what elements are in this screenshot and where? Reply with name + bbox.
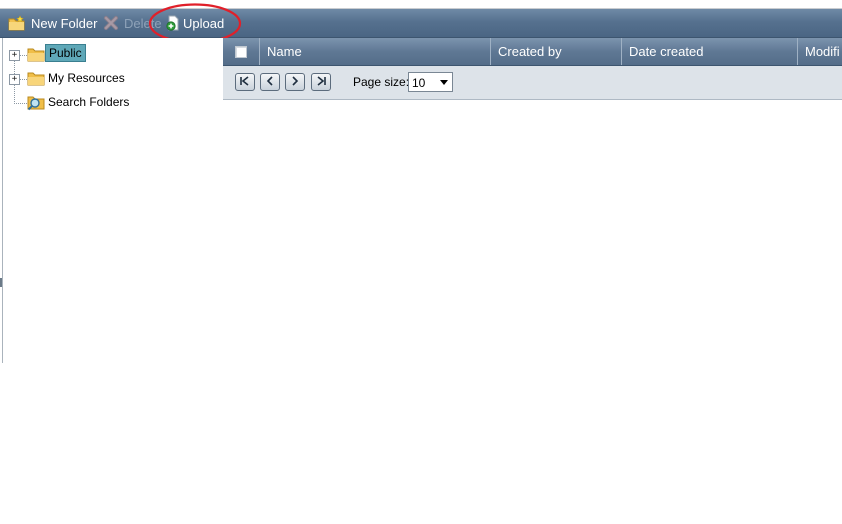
expand-icon[interactable]: +: [9, 50, 20, 61]
folder-tree: + Public + My Resources Search Folders: [2, 38, 224, 363]
column-header-modified[interactable]: Modifi: [797, 38, 842, 65]
page-size-label: Page size:: [353, 75, 410, 89]
page-size-value: 10: [412, 76, 426, 90]
grid-header: Name Created by Date created Modifi: [223, 38, 842, 66]
first-page-icon: [239, 75, 251, 89]
search-folder-icon: [27, 94, 45, 114]
tree-item-public[interactable]: + Public: [3, 44, 203, 66]
new-folder-label: New Folder: [31, 15, 98, 31]
folder-icon: [27, 47, 45, 65]
expand-icon[interactable]: +: [9, 74, 20, 85]
previous-page-button[interactable]: [260, 73, 280, 91]
pager-bar: Page size: 10: [223, 66, 842, 100]
upload-label: Upload: [183, 15, 225, 31]
column-header-date-created[interactable]: Date created: [621, 38, 797, 65]
new-folder-icon: [8, 15, 26, 31]
toolbar: New Folder Delete Upload: [0, 9, 842, 38]
last-page-button[interactable]: [311, 73, 331, 91]
new-folder-button[interactable]: New Folder: [8, 9, 97, 37]
chevron-down-icon: [440, 80, 448, 85]
column-header-name[interactable]: Name: [259, 38, 490, 65]
delete-icon: [103, 15, 119, 31]
first-page-button[interactable]: [235, 73, 255, 91]
folder-icon: [27, 71, 45, 89]
column-header-created-by[interactable]: Created by: [490, 38, 621, 65]
select-all-checkbox[interactable]: [235, 46, 247, 58]
grid-body: [223, 100, 842, 363]
upload-icon: [166, 15, 180, 31]
tree-item-my-resources[interactable]: + My Resources: [3, 68, 203, 90]
delete-button[interactable]: Delete: [103, 9, 162, 37]
chevron-right-icon: [290, 75, 300, 89]
tree-item-label: My Resources: [48, 71, 125, 85]
delete-label: Delete: [124, 15, 162, 31]
tree-item-label: Search Folders: [48, 95, 130, 109]
last-page-icon: [315, 75, 327, 89]
next-page-button[interactable]: [285, 73, 305, 91]
tree-item-label: Public: [45, 44, 86, 62]
page-size-select[interactable]: 10: [408, 72, 453, 92]
chevron-left-icon: [265, 75, 275, 89]
upload-button[interactable]: Upload: [166, 9, 224, 37]
tree-item-search-folders[interactable]: Search Folders: [3, 92, 203, 114]
